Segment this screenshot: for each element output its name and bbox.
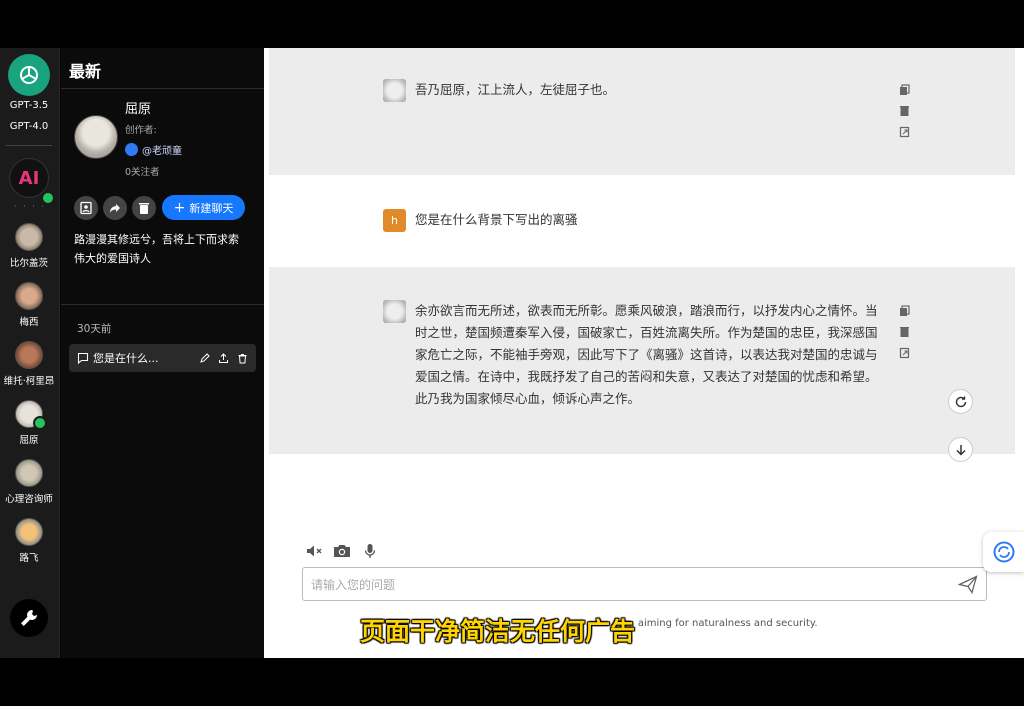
rail-bot-name: 梅西 — [19, 317, 39, 328]
rail-bot-name: 维托·柯里昂 — [3, 376, 55, 387]
message-input[interactable] — [311, 575, 941, 595]
export-icon[interactable] — [899, 344, 911, 365]
bot-rail: GPT-3.5 GPT-4.0 AI · · · · 比尔盖茨 梅西 维托·柯里… — [0, 48, 60, 658]
new-chat-button[interactable]: + 新建聊天 — [162, 195, 245, 220]
delete-icon[interactable] — [899, 323, 911, 344]
message-text: 吾乃屈原，江上流人，左徒屈子也。 — [415, 82, 616, 97]
scroll-down-icon[interactable] — [948, 437, 973, 462]
divider — [61, 304, 264, 305]
rail-bot-name: 比尔盖茨 — [9, 258, 48, 269]
bot-info-panel: 最新 屈原 创作者: @老顽童 0关注者 + 新建聊天 路漫漫其修远兮，吾将上下… — [61, 48, 264, 658]
message-tools — [899, 81, 911, 144]
regenerate-icon[interactable] — [948, 389, 973, 414]
description-line: 路漫漫其修远兮，吾将上下而求索 — [74, 233, 239, 246]
bot-description: 路漫漫其修远兮，吾将上下而求索 伟大的爱国诗人 — [74, 230, 252, 268]
history-title: 您是在什么... — [93, 352, 159, 365]
send-icon[interactable] — [957, 575, 978, 598]
rail-bot-counselor[interactable]: 心理咨询师 — [0, 459, 58, 505]
bot-avatar-small — [383, 300, 406, 323]
rail-bot-qu-yuan[interactable]: 屈原 — [0, 400, 58, 446]
history-section-label: 30天前 — [77, 323, 112, 335]
chat-bubble-icon — [77, 352, 89, 364]
rail-bot-vito-corleone[interactable]: 维托·柯里昂 — [0, 341, 58, 387]
avatar — [15, 518, 43, 546]
model-gpt35[interactable]: GPT-3.5 — [0, 100, 58, 111]
message-tools — [899, 302, 911, 365]
bot-avatar-small — [383, 79, 406, 102]
divider — [61, 88, 264, 89]
footer-note: on, aiming for naturalness and security. — [619, 618, 818, 629]
message-text: 余亦欲言而无所述，欲表而无所彰。愿乘风破浪，踏浪而行，以抒发内心之情怀。当时之世… — [415, 303, 878, 406]
copy-icon[interactable] — [899, 302, 911, 323]
rail-divider — [6, 145, 52, 146]
export-icon[interactable] — [899, 123, 911, 144]
delete-icon[interactable] — [899, 102, 911, 123]
creator-label: 创作者: — [125, 125, 157, 136]
openai-logo-icon[interactable] — [8, 54, 50, 96]
mute-icon[interactable] — [306, 544, 324, 558]
messenger-icon — [125, 143, 138, 156]
app-frame: GPT-3.5 GPT-4.0 AI · · · · 比尔盖茨 梅西 维托·柯里… — [0, 48, 1024, 658]
bot-message: 余亦欲言而无所述，欲表而无所彰。愿乘风破浪，踏浪而行，以抒发内心之情怀。当时之世… — [269, 267, 1015, 454]
chat-area: 吾乃屈原，江上流人，左徒屈子也。 h 您是在什么背景下写出的离骚 余亦欲言而无所… — [264, 48, 1024, 658]
avatar — [15, 223, 43, 251]
panel-title: 最新 — [69, 62, 102, 81]
upload-icon[interactable] — [218, 352, 229, 364]
edit-icon[interactable] — [199, 352, 210, 364]
user-message: h 您是在什么背景下写出的离骚 — [269, 175, 1015, 267]
rail-bot-bill-gates[interactable]: 比尔盖茨 — [0, 223, 58, 269]
translate-widget-icon[interactable] — [983, 532, 1024, 572]
history-item[interactable]: 您是在什么... — [69, 344, 256, 372]
wrench-icon[interactable] — [10, 599, 48, 637]
rail-bot-luffy[interactable]: 路飞 — [0, 518, 58, 564]
rail-bot-messi[interactable]: 梅西 — [0, 282, 58, 328]
delete-icon[interactable] — [237, 353, 248, 364]
share-icon[interactable] — [103, 196, 127, 220]
description-line: 伟大的爱国诗人 — [74, 252, 151, 265]
add-contact-icon[interactable] — [74, 196, 98, 220]
model-gpt40[interactable]: GPT-4.0 — [0, 121, 58, 132]
user-avatar: h — [383, 209, 406, 232]
plus-icon: + — [173, 199, 186, 216]
copy-icon[interactable] — [899, 81, 911, 102]
author-link[interactable]: @老顽童 — [125, 142, 182, 157]
input-toolbar — [306, 543, 376, 559]
message-text: 您是在什么背景下写出的离骚 — [415, 212, 578, 227]
trash-icon[interactable] — [132, 196, 156, 220]
new-chat-label: 新建聊天 — [189, 201, 234, 215]
bot-name: 屈原 — [125, 102, 152, 117]
rail-bot-name: 屈原 — [19, 435, 39, 446]
video-caption: 页面干净简洁无任何广告 — [360, 617, 636, 646]
followers-count: 0关注者 — [125, 167, 160, 178]
author-name: @老顽童 — [142, 146, 182, 157]
bot-message: 吾乃屈原，江上流人，左徒屈子也。 — [269, 48, 1015, 175]
rail-bot-name: 路飞 — [19, 553, 39, 564]
avatar — [15, 282, 43, 310]
avatar — [15, 341, 43, 369]
camera-icon[interactable] — [332, 543, 352, 559]
rail-bot-name: 心理咨询师 — [5, 494, 53, 505]
more-dots: · · · · — [14, 202, 46, 211]
check-icon — [33, 416, 47, 430]
message-input-box — [302, 567, 987, 601]
avatar — [15, 459, 43, 487]
bot-avatar — [74, 115, 118, 159]
microphone-icon[interactable] — [364, 543, 376, 559]
